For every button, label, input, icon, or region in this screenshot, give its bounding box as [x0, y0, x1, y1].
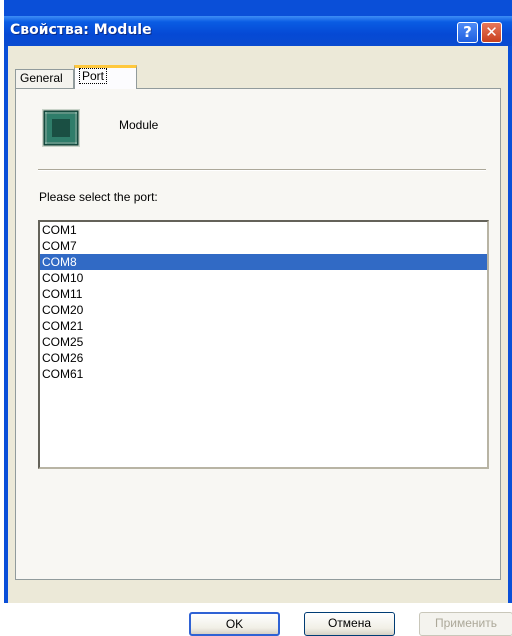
tab-port-label: Port	[79, 68, 108, 84]
port-list-item[interactable]: COM8	[40, 254, 487, 270]
divider	[38, 169, 486, 171]
ok-button[interactable]: OK	[189, 612, 280, 636]
help-icon: ?	[463, 23, 472, 41]
device-name: Module	[119, 118, 159, 132]
port-tab-panel: Module Please select the port: COM1 COM7 C…	[15, 88, 501, 580]
port-list-item[interactable]: COM21	[40, 318, 487, 334]
port-list-item[interactable]: COM7	[40, 238, 487, 254]
chip-icon	[42, 109, 80, 147]
port-prompt-label: Please select the port:	[39, 190, 158, 204]
port-list-item[interactable]: COM25	[40, 334, 487, 350]
port-list-item[interactable]: COM1	[40, 222, 487, 238]
title-bar[interactable]: Свойства: Module ? ✕	[4, 16, 512, 46]
port-list-item[interactable]: COM20	[40, 302, 487, 318]
tab-general[interactable]: General	[15, 69, 74, 88]
tab-general-label: General	[20, 71, 63, 85]
dialog-client-area: General Port Module Please select the po…	[8, 46, 512, 636]
close-button[interactable]: ✕	[481, 22, 502, 43]
properties-window: Свойства: Module ? ✕ General Port Module…	[4, 0, 512, 636]
help-button[interactable]: ?	[457, 22, 478, 43]
apply-button[interactable]: Применить	[419, 612, 512, 636]
tab-port[interactable]: Port	[74, 65, 137, 89]
port-list-item[interactable]: COM10	[40, 270, 487, 286]
cancel-button[interactable]: Отмена	[304, 612, 395, 636]
close-icon: ✕	[485, 23, 498, 41]
port-list-item[interactable]: COM61	[40, 366, 487, 382]
port-listbox[interactable]: COM1 COM7 COM8 COM10 COM11 COM20 COM21 COM25 COM…	[38, 220, 489, 469]
port-list-item[interactable]: COM11	[40, 286, 487, 302]
window-title: Свойства: Module	[10, 22, 152, 38]
port-list-item[interactable]: COM26	[40, 350, 487, 366]
